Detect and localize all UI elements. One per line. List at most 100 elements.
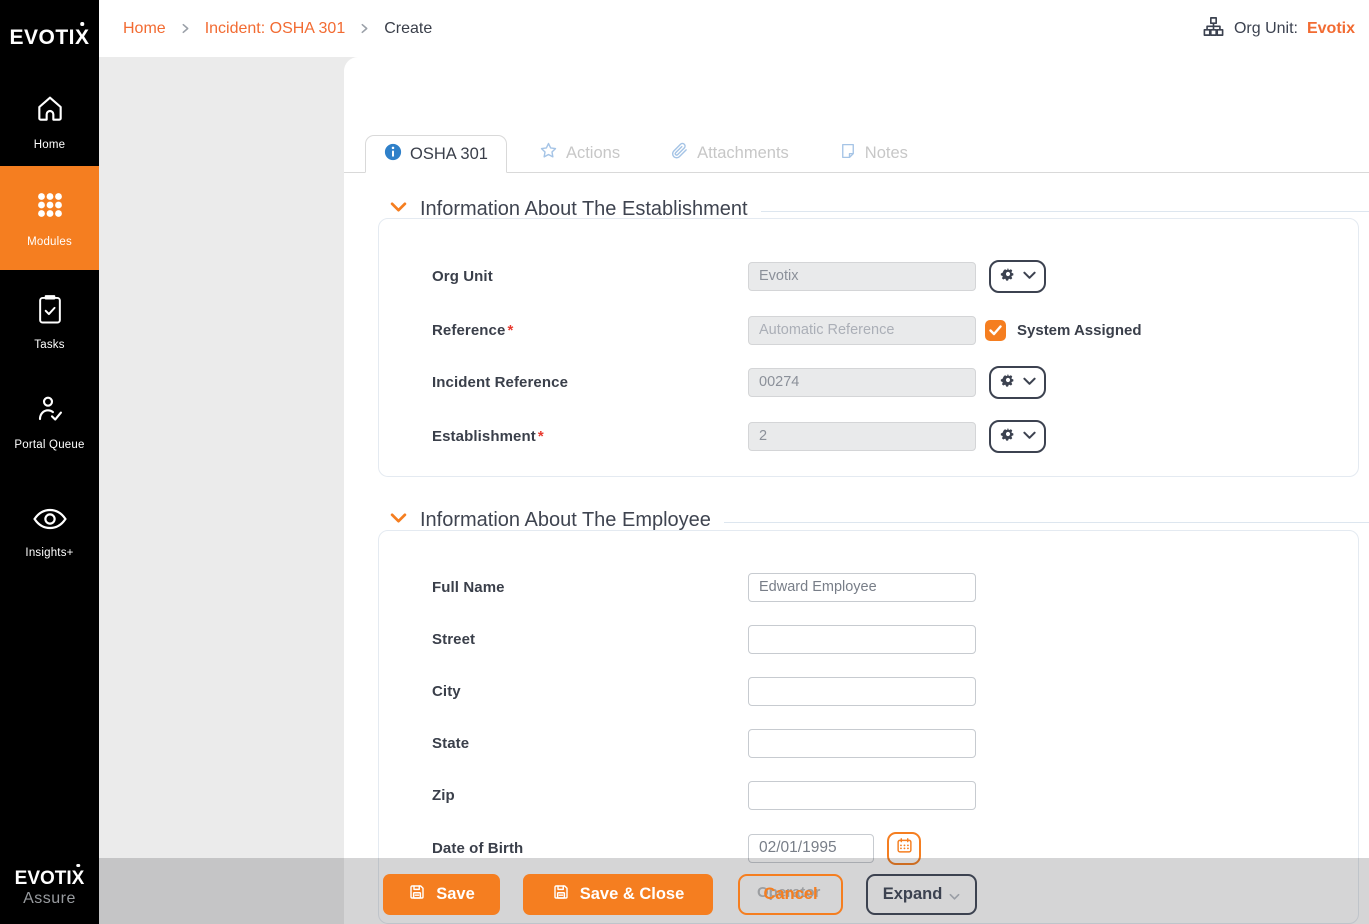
save-button-label: Save xyxy=(436,885,475,903)
reference-input[interactable] xyxy=(748,315,976,345)
top-bar: Home Incident: OSHA 301 Create Org Unit:… xyxy=(99,0,1369,57)
insights-eye-icon xyxy=(32,505,68,538)
chevron-down-icon xyxy=(949,887,960,906)
system-assigned-checkbox[interactable] xyxy=(985,319,1006,341)
field-label: State xyxy=(432,734,470,752)
field-row-org-unit: Org Unit xyxy=(432,259,1344,293)
sidebar-item-label: Portal Queue xyxy=(14,439,85,451)
tab-label: Notes xyxy=(864,143,908,162)
tab-label: Actions xyxy=(565,143,621,162)
sidebar-item-label: Insights+ xyxy=(25,547,74,559)
cancel-button[interactable]: Cancel xyxy=(738,874,843,915)
chevron-down-icon xyxy=(1022,267,1036,285)
establishment-input[interactable] xyxy=(748,421,976,451)
save-close-button-label: Save & Close xyxy=(579,885,685,903)
field-label: Full Name xyxy=(432,578,505,596)
field-label: Incident Reference xyxy=(432,373,569,391)
section-divider xyxy=(760,210,1369,212)
field-label: Date of Birth xyxy=(432,839,524,857)
section-title: Information About The Employee xyxy=(420,508,711,531)
field-row-incident-reference: Incident Reference xyxy=(432,365,1344,399)
field-row-street: Street xyxy=(432,623,1344,655)
sidebar-nav: Home Modules Tasks Portal Queue Insights… xyxy=(0,78,99,576)
cancel-button-label: Cancel xyxy=(763,885,818,903)
gear-icon xyxy=(1000,426,1016,447)
save-disk-icon xyxy=(552,883,570,906)
org-unit-label: Org Unit: xyxy=(1233,19,1298,37)
state-input[interactable] xyxy=(748,728,976,758)
org-hierarchy-icon xyxy=(1202,15,1225,43)
field-row-full-name: Full Name xyxy=(432,571,1344,603)
modules-grid-icon xyxy=(33,188,67,227)
tasks-clipboard-icon xyxy=(35,293,65,330)
field-row-city: City xyxy=(432,675,1344,707)
gear-icon xyxy=(1000,266,1016,287)
portal-queue-person-icon xyxy=(34,393,66,430)
gear-icon xyxy=(1000,372,1016,393)
home-icon xyxy=(34,93,66,130)
field-label: Zip xyxy=(432,786,455,804)
tab-actions[interactable]: Actions xyxy=(521,134,638,172)
incident-reference-settings-button[interactable] xyxy=(989,365,1046,399)
chevron-right-icon xyxy=(180,23,191,34)
field-label: City xyxy=(432,682,461,700)
sidebar-item-portal-queue[interactable]: Portal Queue xyxy=(0,378,99,466)
full-name-input[interactable] xyxy=(748,572,976,602)
tab-bar: OSHA 301 Actions Attachments Notes xyxy=(344,135,1369,173)
org-unit-value[interactable]: Evotix xyxy=(1307,20,1355,38)
establishment-settings-button[interactable] xyxy=(989,419,1046,453)
breadcrumb-home[interactable]: Home xyxy=(123,20,166,38)
save-disk-icon xyxy=(408,883,426,906)
incident-reference-input[interactable] xyxy=(748,367,976,397)
field-row-state: State xyxy=(432,727,1344,759)
tab-osha-301[interactable]: OSHA 301 xyxy=(365,135,507,173)
system-assigned-label: System Assigned xyxy=(1017,321,1142,339)
breadcrumb: Home Incident: OSHA 301 Create xyxy=(123,20,432,38)
sidebar-item-label: Tasks xyxy=(34,339,65,351)
field-label: Org Unit xyxy=(432,267,493,285)
field-label: Establishment * xyxy=(432,427,544,445)
tab-attachments[interactable]: Attachments xyxy=(652,134,807,172)
save-and-close-button[interactable]: Save & Close xyxy=(523,874,713,915)
breadcrumb-current: Create xyxy=(384,19,433,37)
chevron-right-icon xyxy=(359,23,370,34)
breadcrumb-incident[interactable]: Incident: OSHA 301 xyxy=(205,20,346,38)
city-input[interactable] xyxy=(748,676,976,706)
sidebar-item-home[interactable]: Home xyxy=(0,78,99,166)
section-divider xyxy=(723,521,1369,523)
required-asterisk: * xyxy=(507,321,514,339)
info-icon xyxy=(384,143,402,166)
org-unit-settings-button[interactable] xyxy=(989,259,1046,293)
zip-input[interactable] xyxy=(748,780,976,810)
evotix-logo: EVOTIX xyxy=(9,26,90,49)
chevron-down-icon xyxy=(1022,427,1036,445)
sidebar-item-label: Home xyxy=(33,139,66,151)
expand-button[interactable]: Expand xyxy=(866,874,977,915)
main-content-card: OSHA 301 Actions Attachments Notes Infor… xyxy=(344,57,1369,924)
sidebar: EVOTIX Home Modules Tasks Portal Queue I… xyxy=(0,0,99,924)
save-button[interactable]: Save xyxy=(383,874,500,915)
field-row-establishment: Establishment * xyxy=(432,419,1344,453)
calendar-icon xyxy=(896,837,913,859)
org-unit-indicator: Org Unit: Evotix xyxy=(1202,15,1355,43)
tab-label: Attachments xyxy=(697,143,789,162)
star-icon xyxy=(539,141,558,165)
action-bar: Operator Save Save & Close Cancel Expand xyxy=(99,858,1369,924)
required-asterisk: * xyxy=(537,427,544,445)
chevron-down-icon[interactable] xyxy=(390,511,407,529)
chevron-down-icon[interactable] xyxy=(390,200,407,218)
evotix-assure-logo: EVOTIX Assure xyxy=(14,867,85,907)
sidebar-item-tasks[interactable]: Tasks xyxy=(0,278,99,366)
field-row-zip: Zip xyxy=(432,779,1344,811)
sidebar-item-insights[interactable]: Insights+ xyxy=(0,488,99,576)
street-input[interactable] xyxy=(748,624,976,654)
field-label: Street xyxy=(432,630,476,648)
paperclip-icon xyxy=(670,141,689,165)
tab-notes[interactable]: Notes xyxy=(821,134,926,172)
field-label: Reference * xyxy=(432,321,514,339)
tab-label: OSHA 301 xyxy=(410,144,488,163)
sidebar-item-modules[interactable]: Modules xyxy=(0,166,99,270)
chevron-down-icon xyxy=(1022,373,1036,391)
org-unit-input[interactable] xyxy=(748,261,976,291)
expand-button-label: Expand xyxy=(882,885,943,903)
